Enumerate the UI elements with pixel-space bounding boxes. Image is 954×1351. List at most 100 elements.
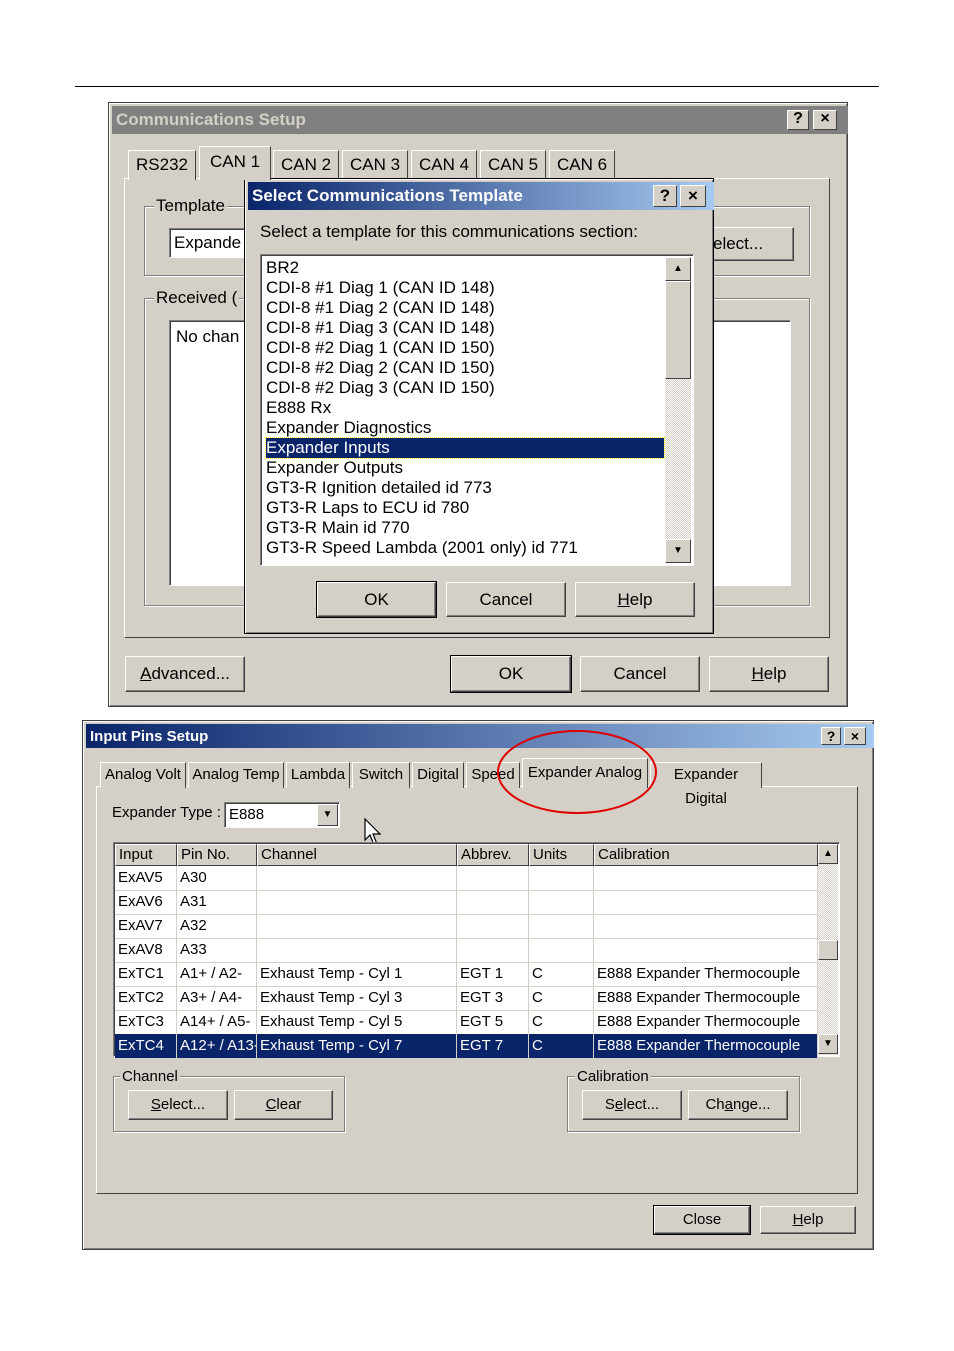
expander-type-dropdown-icon[interactable]: ▼ <box>317 804 338 826</box>
scroll-thumb[interactable] <box>665 281 691 379</box>
grid-scroll-thumb[interactable] <box>818 940 838 960</box>
table-cell <box>594 938 818 962</box>
tab-analog-temp[interactable]: Analog Temp <box>188 762 284 788</box>
template-list-item[interactable]: CDI-8 #2 Diag 2 (CAN ID 150) <box>266 358 662 378</box>
tab-can6[interactable]: CAN 6 <box>549 150 615 180</box>
table-cell: ExAV6 <box>115 890 177 914</box>
comms-help-icon[interactable]: ? <box>787 110 809 130</box>
template-titlebar: Select Communications Template <box>248 182 714 210</box>
table-cell: ExTC1 <box>115 962 177 986</box>
template-list-item[interactable]: Expander Inputs <box>265 437 665 459</box>
template-list-item[interactable]: GT3-R Ignition detailed id 773 <box>266 478 662 498</box>
table-row[interactable]: ExTC3 A14+ / A5- Exhaust Temp - Cyl 5 EGT 5… <box>115 1010 818 1035</box>
comms-cancel-button[interactable]: Cancel <box>580 656 700 692</box>
advanced-button[interactable]: Advanced... <box>125 656 245 692</box>
table-cell: ExAV7 <box>115 914 177 938</box>
table-cell: Exhaust Temp - Cyl 3 <box>257 986 457 1010</box>
input-pins-help-icon[interactable]: ? <box>821 727 841 745</box>
template-field[interactable]: Expande <box>169 228 249 258</box>
template-list-item[interactable]: GT3-R Speed Lambda (2001 only) id 771 <box>266 538 662 558</box>
tab-expander-analog[interactable]: Expander Analog <box>522 758 648 788</box>
table-cell: A33 <box>177 938 257 962</box>
input-pins-close-icon[interactable]: × <box>844 727 866 745</box>
template-list-item[interactable]: GT3-R Laps to ECU id 780 <box>266 498 662 518</box>
grid-column-header[interactable]: Channel <box>257 844 457 866</box>
tab-can1[interactable]: CAN 1 <box>199 146 271 180</box>
template-list-item[interactable]: Expander Outputs <box>266 458 662 478</box>
table-cell <box>457 914 529 938</box>
tab-can4[interactable]: CAN 4 <box>411 150 477 180</box>
table-cell: ExAV8 <box>115 938 177 962</box>
template-close-icon[interactable]: × <box>680 185 706 207</box>
tab-lambda[interactable]: Lambda <box>286 762 350 788</box>
grid-column-header[interactable]: Abbrev. <box>457 844 529 866</box>
comms-title: Communications Setup <box>116 110 306 129</box>
grid-column-header[interactable]: Pin No. <box>177 844 257 866</box>
channel-select-button[interactable]: Select... <box>128 1090 228 1120</box>
template-list-item[interactable]: CDI-8 #1 Diag 1 (CAN ID 148) <box>266 278 662 298</box>
table-cell: C <box>529 1034 594 1058</box>
grid-column-header[interactable]: Input <box>115 844 177 866</box>
table-cell: ExAV5 <box>115 866 177 890</box>
template-list-item[interactable]: E888 Rx <box>266 398 662 418</box>
table-row[interactable]: ExAV8 A33 <box>115 938 818 963</box>
calibration-change-button[interactable]: Change... <box>688 1090 788 1120</box>
table-row[interactable]: ExAV5 A30 <box>115 866 818 891</box>
tab-analog-volt[interactable]: Analog Volt <box>100 762 186 788</box>
table-row[interactable]: ExTC2 A3+ / A4- Exhaust Temp - Cyl 3 EGT 3C… <box>115 986 818 1011</box>
template-help-button[interactable]: Help <box>575 582 695 617</box>
table-cell: C <box>529 986 594 1010</box>
tab-expander-digital[interactable]: Expander Digital <box>650 762 762 807</box>
scroll-down-icon[interactable]: ▼ <box>665 539 691 563</box>
table-cell: C <box>529 962 594 986</box>
table-row[interactable]: ExTC1 A1+ / A2- Exhaust Temp - Cyl 1 EGT 1C… <box>115 962 818 987</box>
comms-close-icon[interactable]: × <box>813 110 837 130</box>
template-list-item[interactable]: GT3-R Main id 770 <box>266 518 662 538</box>
tab-can3[interactable]: CAN 3 <box>342 150 408 180</box>
table-cell: A30 <box>177 866 257 890</box>
input-pins-help-button[interactable]: Help <box>760 1206 856 1234</box>
table-cell: EGT 7 <box>457 1034 529 1058</box>
table-cell: EGT 5 <box>457 1010 529 1034</box>
template-list-item[interactable]: CDI-8 #2 Diag 1 (CAN ID 150) <box>266 338 662 358</box>
table-cell: A1+ / A2- <box>177 962 257 986</box>
tab-can5[interactable]: CAN 5 <box>480 150 546 180</box>
tab-rs232[interactable]: RS232 <box>128 150 196 180</box>
table-row[interactable]: ExAV6 A31 <box>115 890 818 915</box>
scroll-up-icon[interactable]: ▲ <box>665 257 691 281</box>
table-cell <box>257 890 457 914</box>
table-cell <box>529 866 594 890</box>
template-select-button[interactable]: elect... <box>706 227 794 261</box>
comms-help-button[interactable]: Help <box>709 656 829 692</box>
template-cancel-button[interactable]: Cancel <box>446 582 566 617</box>
grid-scroll-up-icon[interactable]: ▲ <box>818 844 838 864</box>
template-list-item[interactable]: Expander Diagnostics <box>266 418 662 438</box>
table-cell: C <box>529 1010 594 1034</box>
table-row[interactable]: ExAV7 A32 <box>115 914 818 939</box>
template-list-item[interactable]: BR2 <box>266 258 662 278</box>
template-list-item[interactable]: CDI-8 #1 Diag 3 (CAN ID 148) <box>266 318 662 338</box>
tab-switch[interactable]: Switch <box>352 762 410 788</box>
table-row[interactable]: ExTC4 A12+ / A13- Exhaust Temp - Cyl 7 EGT … <box>115 1034 818 1059</box>
table-cell <box>457 890 529 914</box>
channel-group-label: Channel <box>120 1068 180 1085</box>
table-cell <box>257 938 457 962</box>
close-button[interactable]: Close <box>653 1205 751 1235</box>
comms-ok-button[interactable]: OK <box>450 655 572 693</box>
template-list-item[interactable]: CDI-8 #1 Diag 2 (CAN ID 148) <box>266 298 662 318</box>
tab-can2[interactable]: CAN 2 <box>273 150 339 180</box>
tab-digital[interactable]: Digital <box>412 762 464 788</box>
table-cell: E888 Expander Thermocouple <box>594 986 818 1010</box>
grid-column-header[interactable]: Units <box>529 844 594 866</box>
template-list-item[interactable]: CDI-8 #2 Diag 3 (CAN ID 150) <box>266 378 662 398</box>
template-prompt: Select a template for this communication… <box>260 222 638 241</box>
template-help-icon[interactable]: ? <box>653 185 677 207</box>
table-cell: A31 <box>177 890 257 914</box>
calibration-select-button[interactable]: Select... <box>582 1090 682 1120</box>
template-ok-button[interactable]: OK <box>316 581 437 618</box>
grid-scroll-down-icon[interactable]: ▼ <box>818 1034 838 1054</box>
grid-column-header[interactable]: Calibration <box>594 844 818 866</box>
channel-clear-button[interactable]: Clear <box>234 1090 333 1120</box>
table-cell: ExTC4 <box>115 1034 177 1058</box>
page-rule <box>75 86 879 87</box>
